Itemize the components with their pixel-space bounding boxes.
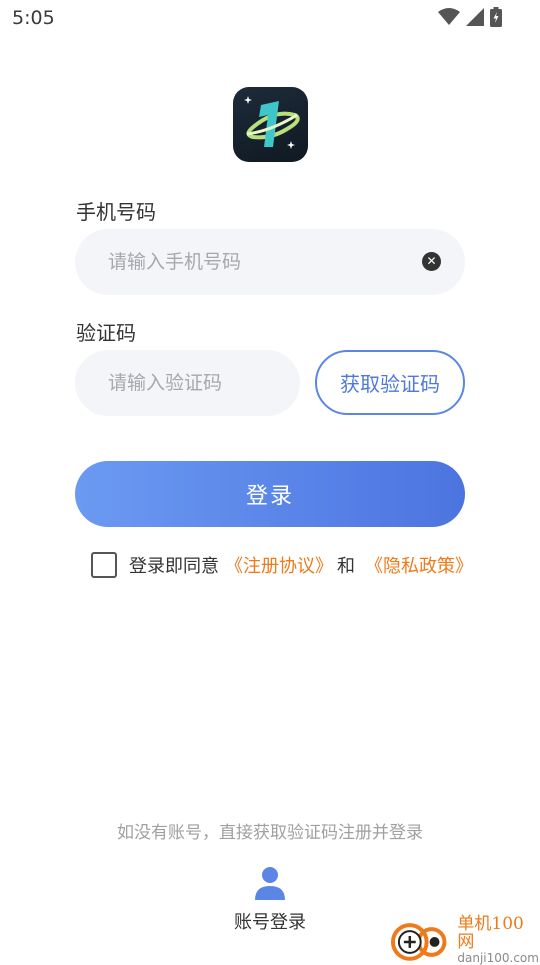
agreement-checkbox[interactable] xyxy=(91,552,117,578)
wifi-icon xyxy=(438,8,460,25)
phone-label: 手机号码 xyxy=(76,200,156,224)
battery-icon xyxy=(490,7,502,27)
terms-link[interactable]: 《注册协议》 xyxy=(225,552,333,578)
login-button[interactable]: 登录 xyxy=(75,461,465,527)
status-time: 5:05 xyxy=(12,7,55,29)
signup-hint: 如没有账号，直接获取验证码注册并登录 xyxy=(117,823,423,843)
cellular-signal-icon xyxy=(466,8,484,26)
phone-input[interactable] xyxy=(75,229,465,295)
watermark-site-url: danji100.com xyxy=(457,950,539,965)
status-bar: 5:05 xyxy=(0,0,540,36)
watermark-logo-icon xyxy=(390,923,447,961)
agreement-and: 和 xyxy=(337,556,355,577)
watermark-site-name: 单机100网 xyxy=(457,914,524,952)
status-icons xyxy=(438,7,502,27)
user-icon xyxy=(255,867,285,900)
code-label: 验证码 xyxy=(76,321,136,345)
agreement-row: 登录即同意 《注册协议》 和 《隐私政策》 xyxy=(91,552,473,578)
agreement-prefix: 登录即同意 xyxy=(129,556,219,577)
watermark: 单机100网 danji100.com xyxy=(390,914,540,965)
account-login-button[interactable]: 账号登录 xyxy=(230,866,310,934)
phone-field[interactable]: ✕ xyxy=(75,229,465,295)
privacy-link[interactable]: 《隐私政策》 xyxy=(365,552,473,578)
code-field[interactable] xyxy=(75,350,300,416)
code-input[interactable] xyxy=(75,350,300,416)
clear-icon[interactable]: ✕ xyxy=(422,252,441,271)
account-login-label: 账号登录 xyxy=(234,912,306,933)
get-code-button[interactable]: 获取验证码 xyxy=(315,350,465,415)
app-logo xyxy=(233,87,308,162)
